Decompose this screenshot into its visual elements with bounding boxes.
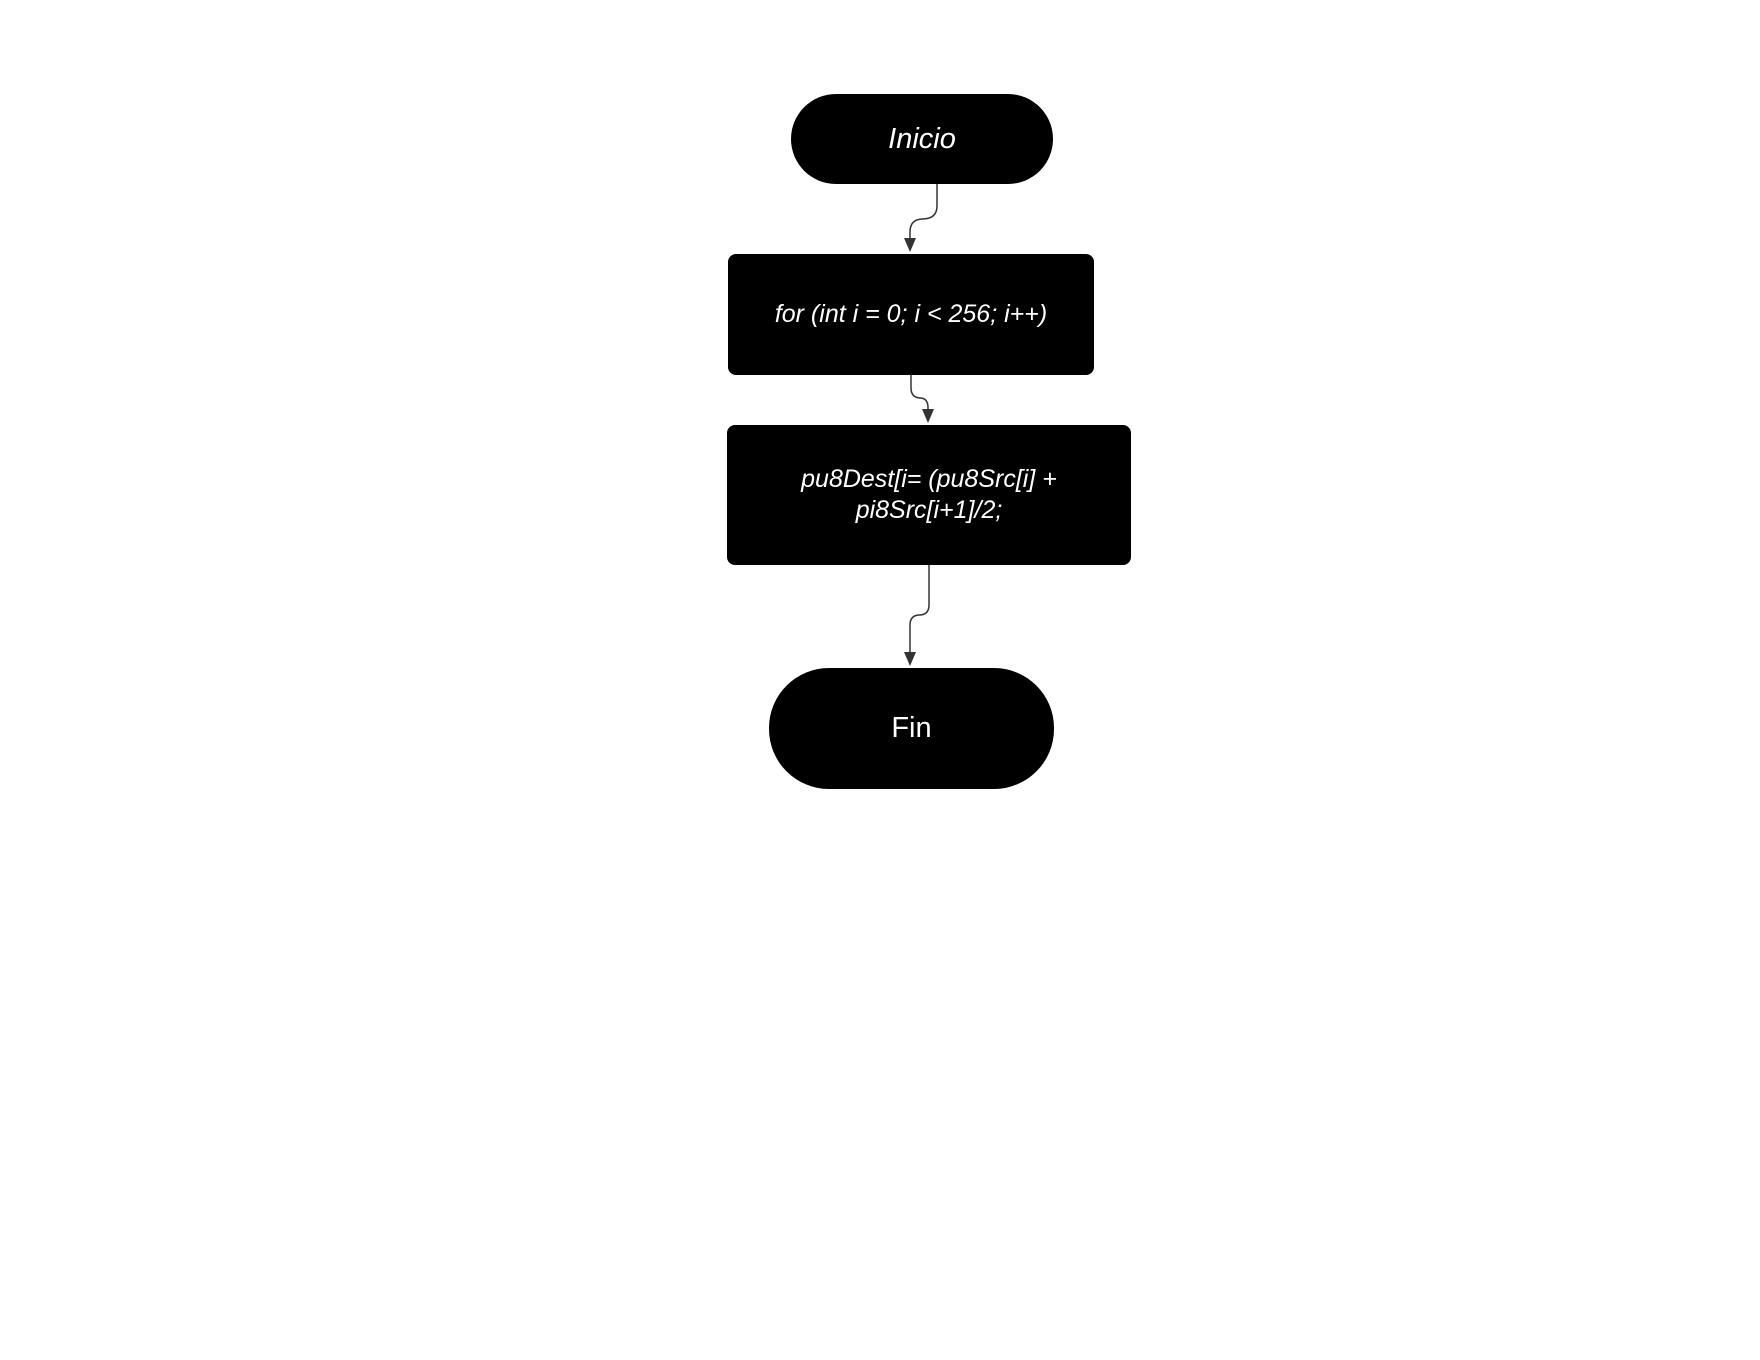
start-terminal: Inicio [791, 94, 1053, 184]
edge-start-to-loop-arrowhead [904, 238, 916, 252]
edge-start-to-loop [909, 184, 938, 238]
assignment-process-box: pu8Dest[i= (pu8Src[i] + pi8Src[i+1]/2; [727, 425, 1131, 565]
loop-process-label: for (int i = 0; i < 256; i++) [774, 300, 1048, 328]
start-terminal-label: Inicio [888, 122, 956, 155]
loop-process-box: for (int i = 0; i < 256; i++) [728, 254, 1094, 375]
end-terminal-label: Fin [891, 712, 932, 744]
edge-loop-to-process-arrowhead [922, 409, 934, 423]
edge-process-to-end [909, 565, 930, 652]
end-terminal: Fin [769, 668, 1054, 789]
edge-loop-to-process [910, 375, 929, 409]
edge-process-to-end-arrowhead [904, 652, 916, 666]
assignment-process-label-line-1: pu8Dest[i= (pu8Src[i] + [801, 465, 1057, 493]
assignment-process-label: pu8Dest[i= (pu8Src[i] + pi8Src[i+1]/2; [801, 464, 1057, 526]
assignment-process-label-line-2: pi8Src[i+1]/2; [855, 496, 1003, 524]
flowchart-canvas: Inicio for (int i = 0; i < 256; i++) pu8… [0, 0, 1760, 1360]
